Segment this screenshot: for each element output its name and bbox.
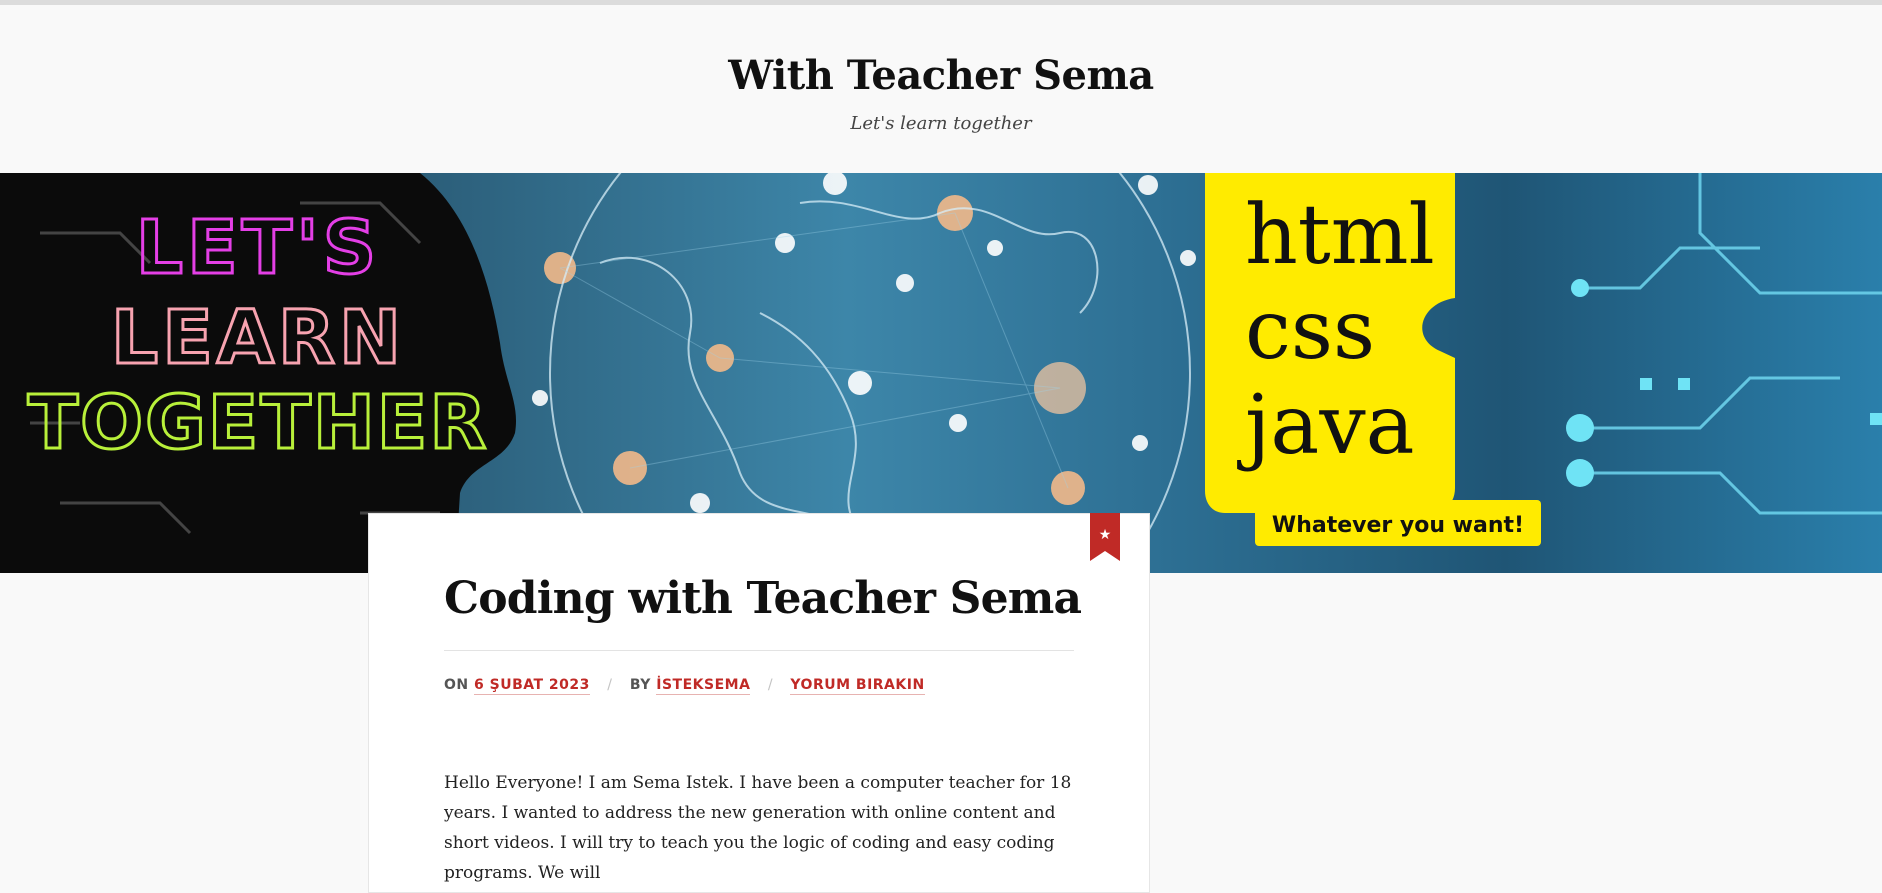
- meta-separator: /: [767, 677, 774, 693]
- hero-badge-text: Whatever you want!: [1272, 513, 1524, 538]
- post-content: Hello Everyone! I am Sema Istek. I have …: [444, 773, 1072, 883]
- meta-by-label: BY: [629, 677, 651, 693]
- right-circuit-graphic: [1580, 173, 1882, 515]
- title-divider: [444, 650, 1074, 651]
- site-title[interactable]: With Teacher Sema: [0, 52, 1882, 99]
- bokeh-lights: [532, 173, 1196, 513]
- meta-separator: /: [607, 677, 613, 693]
- hero-code-line-1: html: [1245, 188, 1435, 283]
- hero-neon-line-1: LET'S: [136, 205, 380, 291]
- hero-code-line-2: css: [1245, 283, 1375, 378]
- svg-text:★: ★: [1099, 527, 1112, 543]
- hero-neon-line-2: LEARN: [111, 295, 405, 381]
- post-meta: ON 6 ŞUBAT 2023 / BY İSTEKSEMA / YORUM B…: [444, 677, 925, 695]
- meta-on-label: ON: [444, 677, 469, 693]
- post-title[interactable]: Coding with Teacher Sema: [444, 573, 1082, 624]
- site-header: With Teacher Sema Let's learn together: [0, 5, 1882, 173]
- yellow-code-panel: html css java Whatever you want!: [1205, 173, 1541, 546]
- post-author-link[interactable]: İSTEKSEMA: [656, 677, 751, 695]
- hero-neon-line-3: TOGETHER: [28, 380, 489, 466]
- post-date-link[interactable]: 6 ŞUBAT 2023: [474, 677, 590, 695]
- leave-comment-link[interactable]: YORUM BIRAKIN: [790, 677, 925, 695]
- site-tagline: Let's learn together: [850, 113, 1032, 134]
- hero-code-line-3: java: [1237, 378, 1415, 473]
- star-bookmark-icon: ★: [1090, 513, 1120, 561]
